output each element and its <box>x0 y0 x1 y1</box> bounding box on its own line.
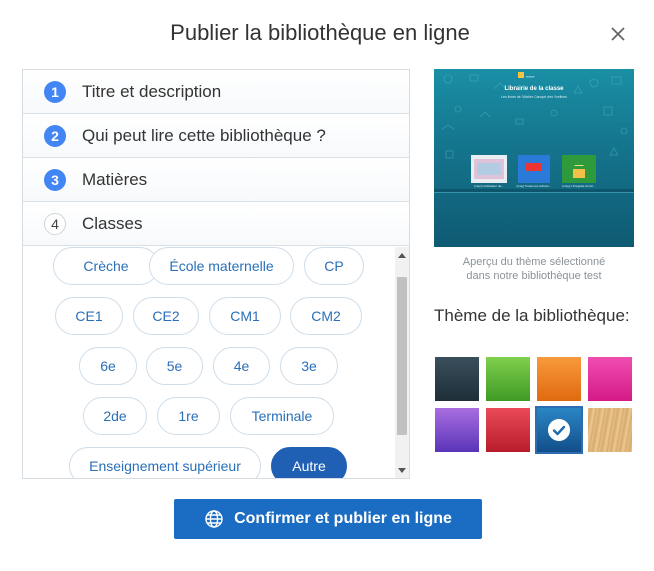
scrollbar-thumb[interactable] <box>397 277 407 435</box>
preview-caption: Aperçu du thème sélectionné dans notre b… <box>434 255 634 283</box>
preview-library-subtitle: Les livres de l'Atelier Canopé des Yveli… <box>501 95 567 99</box>
theme-swatch-dark-slate[interactable] <box>435 357 479 401</box>
theme-swatch-pink[interactable] <box>588 357 632 401</box>
close-icon[interactable] <box>606 22 630 46</box>
classes-list: Crèche École maternelle CP CE1 CE2 CM1 C… <box>23 247 409 478</box>
class-option-cm1[interactable]: CM1 <box>209 297 281 335</box>
scroll-up-arrow-icon[interactable] <box>398 253 406 258</box>
confirm-publish-button[interactable]: Confirmer et publier en ligne <box>174 499 482 539</box>
globe-icon <box>205 510 223 528</box>
step-subjects[interactable]: 3 Matières <box>23 158 409 202</box>
class-option-2de[interactable]: 2de <box>83 397 147 435</box>
preview-caption-line: Aperçu du thème sélectionné <box>462 256 606 268</box>
step-label: Matières <box>82 169 148 189</box>
class-option-ce2[interactable]: CE2 <box>133 297 199 335</box>
preview-caption-line: dans notre bibliothèque test <box>466 270 602 282</box>
theme-swatch-green[interactable] <box>486 357 530 401</box>
class-option-autre[interactable]: Autre <box>271 447 347 478</box>
step-number: 4 <box>44 212 66 235</box>
theme-swatch-wood[interactable] <box>588 408 632 452</box>
step-who-can-read[interactable]: 2 Qui peut lire cette bibliothèque ? <box>23 114 409 158</box>
class-option-creche[interactable]: Crèche <box>53 247 159 285</box>
preview-shelf-graphic: ▪▪▪▪▪▪ Librairie de la classe Les livres… <box>434 72 634 193</box>
svg-text:▪▪▪▪▪▪: ▪▪▪▪▪▪ <box>526 74 535 79</box>
step-label: Qui peut lire cette bibliothèque ? <box>82 125 326 145</box>
theme-label: Thème de la bibliothèque: <box>434 306 630 325</box>
class-option-6e[interactable]: 6e <box>79 347 137 385</box>
class-option-1re[interactable]: 1re <box>157 397 220 435</box>
class-option-3e[interactable]: 3e <box>280 347 338 385</box>
class-option-cp[interactable]: CP <box>304 247 364 285</box>
preview-book-title: [may] L'intégrale du livr... <box>562 184 595 188</box>
step-label: Classes <box>82 213 143 233</box>
step-number: 1 <box>44 80 66 103</box>
dialog-title: Publier la bibliothèque en ligne <box>170 20 470 45</box>
classes-scrollbar[interactable] <box>395 247 409 478</box>
theme-preview: ▪▪▪▪▪▪ Librairie de la classe Les livres… <box>434 69 634 247</box>
theme-swatch-purple[interactable] <box>435 408 479 452</box>
class-option-ce1[interactable]: CE1 <box>55 297 123 335</box>
theme-swatch-orange[interactable] <box>537 357 581 401</box>
preview-book-title: [may] Toutes les Actions... <box>517 184 552 188</box>
class-option-ecole-maternelle[interactable]: École maternelle <box>149 247 294 285</box>
svg-text:▬▬▬: ▬▬▬ <box>575 163 584 167</box>
class-option-cm2[interactable]: CM2 <box>290 297 362 335</box>
class-option-terminale[interactable]: Terminale <box>230 397 334 435</box>
preview-book-title: [may] l'ordinateur de... <box>474 184 504 188</box>
class-option-5e[interactable]: 5e <box>146 347 203 385</box>
confirm-publish-label: Confirmer et publier en ligne <box>234 510 452 527</box>
publish-steps-accordion: 1 Titre et description 2 Qui peut lire c… <box>22 69 410 479</box>
theme-swatch-teal-blue[interactable] <box>535 406 583 454</box>
step-number: 3 <box>44 168 66 191</box>
preview-library-title: Librairie de la classe <box>504 86 564 92</box>
step-label: Titre et description <box>82 81 222 101</box>
step-number: 2 <box>44 124 66 147</box>
class-option-enseignement-superieur[interactable]: Enseignement supérieur <box>69 447 261 478</box>
theme-swatch-red[interactable] <box>486 408 530 452</box>
scroll-down-arrow-icon[interactable] <box>398 468 406 473</box>
checkmark-icon <box>548 419 570 441</box>
class-option-4e[interactable]: 4e <box>213 347 270 385</box>
step-title-description[interactable]: 1 Titre et description <box>23 70 409 114</box>
step-classes[interactable]: 4 Classes <box>23 202 409 246</box>
